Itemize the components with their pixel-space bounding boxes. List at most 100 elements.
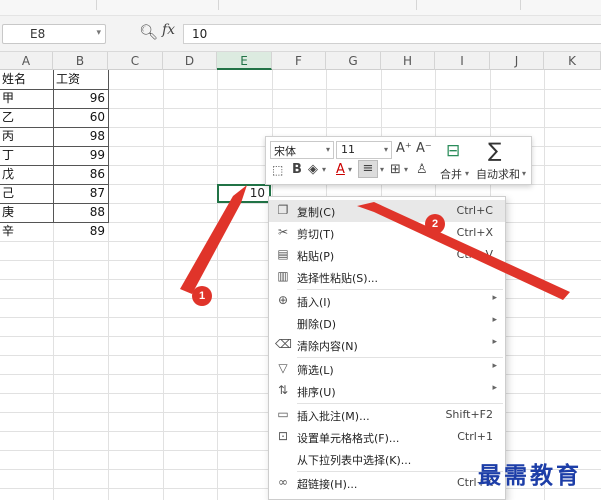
autosum-button[interactable]: 自动求和 <box>476 166 520 182</box>
formula-input[interactable]: 10 <box>183 24 601 44</box>
menu-item-label: 剪切(T) <box>297 228 335 241</box>
table-cell-name[interactable]: 乙 <box>2 108 52 127</box>
clear-icon: ⌫ <box>275 337 292 351</box>
table-cell-name[interactable]: 戊 <box>2 165 52 184</box>
menu-item-sort[interactable]: ⇅ 排序(U) ▸ <box>269 380 505 402</box>
chevron-down-icon[interactable]: ▾ <box>96 28 101 38</box>
ribbon-separator <box>416 0 417 10</box>
table-cell-name[interactable]: 丁 <box>2 146 52 165</box>
chevron-down-icon[interactable]: ▾ <box>348 165 352 174</box>
name-box[interactable]: E8 ▾ <box>2 24 106 44</box>
menu-item-insert-comment[interactable]: ▭ 插入批注(M)... Shift+F2 <box>269 404 505 426</box>
sort-icon: ⇅ <box>277 383 289 397</box>
font-size-select[interactable]: 11 ▾ <box>336 141 392 159</box>
context-menu: ❐ 复制(C) Ctrl+C ✂ 剪切(T) Ctrl+X ▤ 粘贴(P) Ct… <box>268 196 506 500</box>
cut-icon: ✂ <box>277 225 289 239</box>
font-size-value: 11 <box>341 143 355 156</box>
comment-icon: ▭ <box>277 407 289 421</box>
insert-icon: ⊕ <box>277 293 289 307</box>
borders-icon[interactable]: ⊞ <box>390 162 401 177</box>
bold-button[interactable]: B <box>292 162 302 177</box>
column-header-e[interactable]: E <box>217 52 272 70</box>
menu-item-label: 选择性粘贴(S)... <box>297 272 379 285</box>
menu-item-label: 设置单元格格式(F)... <box>297 432 400 445</box>
zoom-icon[interactable]: 🔍︎ <box>139 23 158 41</box>
menu-item-pick-from-list[interactable]: 从下拉列表中选择(K)... <box>269 448 505 470</box>
column-header-i[interactable]: I <box>435 52 490 70</box>
table-cell-name[interactable]: 丙 <box>2 127 52 146</box>
menu-item-format-cells[interactable]: ⊡ 设置单元格格式(F)... Ctrl+1 <box>269 426 505 448</box>
menu-item-filter[interactable]: ▽ 筛选(L) ▸ <box>269 358 505 380</box>
format-painter-icon[interactable]: ⬚ <box>272 163 283 177</box>
column-header-f[interactable]: F <box>272 52 326 70</box>
table-cell-salary[interactable]: 96 <box>54 89 108 108</box>
autosum-icon[interactable]: ∑ <box>488 138 501 162</box>
selected-cell-e8[interactable]: 10 <box>217 184 271 203</box>
menu-item-delete[interactable]: 删除(D) ▸ <box>269 312 505 334</box>
table-cell-salary[interactable]: 86 <box>54 165 108 184</box>
column-header-g[interactable]: G <box>326 52 381 70</box>
menu-item-clear-contents[interactable]: ⌫ 清除内容(N) ▸ <box>269 334 505 356</box>
menu-item-shortcut: Ctrl+C <box>456 204 493 217</box>
ribbon-separator <box>218 0 219 10</box>
menu-item-label: 粘贴(P) <box>297 250 335 263</box>
grow-font-icon[interactable]: A⁺ <box>396 141 412 156</box>
chevron-down-icon[interactable]: ▾ <box>522 169 526 178</box>
menu-item-cut[interactable]: ✂ 剪切(T) Ctrl+X <box>269 222 505 244</box>
copy-icon: ❐ <box>277 203 289 217</box>
submenu-arrow-icon: ▸ <box>492 293 497 303</box>
table-cell-name[interactable]: 甲 <box>2 89 52 108</box>
shrink-font-icon[interactable]: A⁻ <box>416 141 432 156</box>
column-header-h[interactable]: H <box>381 52 435 70</box>
menu-item-insert[interactable]: ⊕ 插入(I) ▸ <box>269 290 505 312</box>
table-cell-salary[interactable]: 89 <box>54 222 108 241</box>
chevron-down-icon[interactable]: ▾ <box>404 165 408 174</box>
menu-item-hyperlink[interactable]: ∞ 超链接(H)... Ctrl+K <box>269 472 505 494</box>
column-header-a[interactable]: A <box>0 52 53 70</box>
menu-item-label: 插入批注(M)... <box>297 410 370 423</box>
filter-icon: ▽ <box>278 361 288 375</box>
chevron-down-icon[interactable]: ▾ <box>380 165 384 174</box>
paste-special-icon: ▥ <box>277 269 289 283</box>
column-header-row: A B C D E F G H I J K <box>0 52 601 70</box>
annotation-badge-1: 1 <box>192 286 212 306</box>
menu-item-shortcut: Shift+F2 <box>445 408 493 421</box>
column-header-k[interactable]: K <box>544 52 601 70</box>
table-cell-salary[interactable]: 87 <box>54 184 108 203</box>
table-cell-name[interactable]: 己 <box>2 184 52 203</box>
table-cell-salary[interactable]: 60 <box>54 108 108 127</box>
column-header-d[interactable]: D <box>163 52 217 70</box>
column-header-c[interactable]: C <box>108 52 163 70</box>
table-cell-salary[interactable]: 88 <box>54 203 108 222</box>
table-cell-salary[interactable]: 99 <box>54 146 108 165</box>
font-name-select[interactable]: 宋体 ▾ <box>270 141 334 159</box>
ribbon-strip <box>0 0 601 16</box>
table-header-salary[interactable]: 工资 <box>56 70 106 89</box>
menu-item-paste-special[interactable]: ▥ 选择性粘贴(S)... <box>269 266 505 288</box>
insert-function-icon[interactable]: fx <box>162 22 175 38</box>
menu-item-label: 排序(U) <box>297 386 336 399</box>
menu-item-copy[interactable]: ❐ 复制(C) Ctrl+C <box>269 200 505 222</box>
submenu-arrow-icon: ▸ <box>492 361 497 371</box>
menu-item-paste[interactable]: ▤ 粘贴(P) Ctrl+V <box>269 244 505 266</box>
menu-item-label: 清除内容(N) <box>297 340 358 353</box>
merge-cells-button[interactable]: 合并 <box>440 166 462 182</box>
chevron-down-icon[interactable]: ▾ <box>465 169 469 178</box>
grid-line <box>217 70 218 500</box>
grid-line <box>163 70 164 500</box>
clear-format-icon[interactable]: ♙ <box>416 162 428 177</box>
fill-color-icon[interactable]: ◈ <box>308 162 318 177</box>
table-cell-salary[interactable]: 98 <box>54 127 108 146</box>
chevron-down-icon: ▾ <box>383 145 388 154</box>
annotation-badge-2: 2 <box>425 214 445 234</box>
font-color-icon[interactable]: A <box>336 162 345 177</box>
align-center-icon[interactable]: ≡ <box>358 160 378 178</box>
column-header-b[interactable]: B <box>53 52 108 70</box>
chevron-down-icon[interactable]: ▾ <box>322 165 326 174</box>
merge-cells-icon[interactable]: ⊟ <box>446 141 460 161</box>
table-cell-name[interactable]: 庚 <box>2 203 52 222</box>
selected-cell-value: 10 <box>249 186 265 200</box>
table-cell-name[interactable]: 辛 <box>2 222 52 241</box>
column-header-j[interactable]: J <box>490 52 544 70</box>
table-header-name[interactable]: 姓名 <box>2 70 52 89</box>
